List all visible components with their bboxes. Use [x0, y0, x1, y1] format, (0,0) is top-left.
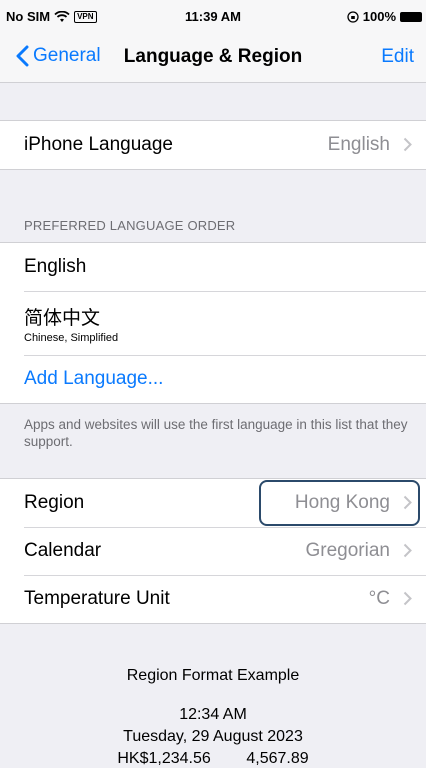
preferred-language-footer: Apps and websites will use the first lan…	[24, 417, 408, 449]
chevron-right-icon	[403, 543, 412, 558]
chevron-right-icon	[403, 137, 412, 152]
edit-button[interactable]: Edit	[381, 46, 414, 68]
example-date: Tuesday, 29 August 2023	[123, 728, 303, 745]
calendar-value: Gregorian	[305, 540, 391, 561]
example-numbers: HK$1,234.56 4,567.89	[117, 750, 309, 767]
chevron-right-icon	[403, 591, 412, 606]
iphone-language-value: English	[327, 134, 390, 155]
region-label: Region	[24, 492, 85, 513]
battery-percent: 100%	[362, 9, 396, 24]
battery-icon	[400, 11, 422, 22]
status-bar: No SIM VPN 11:39 AM 100%	[0, 0, 426, 36]
status-right: 100%	[347, 9, 426, 24]
language-item-english[interactable]: English	[0, 243, 426, 291]
language-item-chinese[interactable]: 简体中文 Chinese, Simplified	[0, 291, 426, 355]
region-value-highlight	[259, 480, 420, 526]
language-name: 简体中文	[24, 307, 101, 329]
page-title: Language & Region	[123, 46, 303, 67]
preferred-language-header: PREFERRED LANGUAGE ORDER	[24, 218, 236, 233]
iphone-language-label: iPhone Language	[24, 134, 173, 155]
add-language-button[interactable]: Add Language...	[0, 355, 426, 403]
temperature-unit-row[interactable]: Temperature Unit °C	[0, 575, 426, 623]
add-language-label: Add Language...	[24, 368, 164, 389]
orientation-lock-icon	[347, 10, 359, 23]
example-time: 12:34 AM	[179, 706, 247, 723]
temperature-unit-value: °C	[368, 588, 390, 609]
navigation-bar: General Language & Region Edit	[0, 36, 426, 83]
calendar-row[interactable]: Calendar Gregorian	[0, 527, 426, 575]
language-name: English	[24, 256, 87, 277]
iphone-language-row[interactable]: iPhone Language English	[0, 121, 426, 169]
iphone-language-group: iPhone Language English	[0, 120, 426, 170]
temperature-unit-label: Temperature Unit	[24, 588, 170, 609]
preferred-language-group: English 简体中文 Chinese, Simplified Add Lan…	[0, 242, 426, 404]
language-subtitle: Chinese, Simplified	[24, 331, 119, 344]
calendar-label: Calendar	[24, 540, 102, 561]
region-format-title: Region Format Example	[126, 667, 300, 684]
